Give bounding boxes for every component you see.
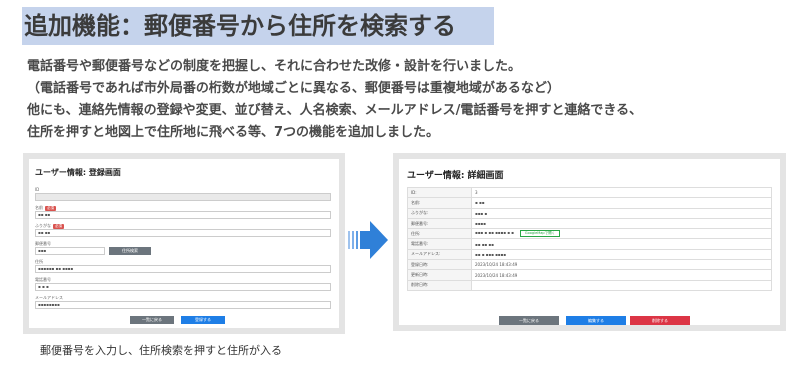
table-row: 住所: ▪▪▪ ▪ ▪▪ ▪▪▪▪ ▪ ▪ GoogleMapで開く xyxy=(407,228,772,240)
description-line-4: 住所を押すと地図上で住所地に飛べる等、7つの機能を追加しました。 xyxy=(27,125,440,140)
table-row: 登録日時: 2023/10/24 18:43:49 xyxy=(407,259,772,271)
detail-title: ユーザー情報: 詳細画面 xyxy=(407,171,504,181)
table-row: メールアドレス: ▪▪ ▪ ▪▪▪ ▪▪▪▪ xyxy=(407,248,772,261)
email-link[interactable]: ▪▪ ▪ ▪▪▪ ▪▪▪▪ xyxy=(471,248,772,261)
name-field[interactable]: ▪▪ ▪▪ xyxy=(35,211,331,219)
address-search-button[interactable]: 住所検索 xyxy=(109,247,151,255)
email-field[interactable]: ▪▪▪▪▪▪▪▪ xyxy=(35,301,331,309)
id-field xyxy=(35,193,331,201)
open-googlemap-button[interactable]: GoogleMapで開く xyxy=(519,230,561,238)
register-screenshot: ユーザー情報: 登録画面 ID 名前 必須 ▪▪ ▪▪ ふりがな 必須 ▪▪ ▪▪ … xyxy=(23,153,345,334)
edit-button[interactable]: 編集する xyxy=(566,316,626,325)
address-link[interactable]: ▪▪▪ ▪ ▪▪ ▪▪▪▪ ▪ ▪ GoogleMapで開く xyxy=(471,228,772,240)
delete-button[interactable]: 削除する xyxy=(630,316,690,325)
table-row: 削除日時: xyxy=(407,279,772,291)
register-title: ユーザー情報: 登録画面 xyxy=(35,168,121,177)
id-label: ID xyxy=(35,187,40,192)
zip-field[interactable]: ▪▪▪ xyxy=(35,247,105,255)
back-to-list-button[interactable]: 一覧に戻る xyxy=(499,316,559,325)
description-line-1: 電話番号や郵便番号などの制度を把握し、それに合わせた改修・設計を行いました。 xyxy=(27,59,522,74)
arrow-right-icon xyxy=(348,221,388,259)
table-row: 電話番号: ▪▪ ▪▪ ▪▪ xyxy=(407,238,772,250)
phone-link[interactable]: ▪▪ ▪▪ ▪▪ xyxy=(471,238,772,250)
address-field[interactable]: ▪▪▪▪▪▪ ▪▪ ▪▪▪▪ xyxy=(35,265,331,273)
description-line-3: 他にも、連絡先情報の登録や変更、並び替え、人名検索、メールアドレス/電話番号を押… xyxy=(27,103,643,118)
table-row: 郵便番号: ▪▪▪▪ xyxy=(407,217,772,230)
detail-screenshot: ユーザー情報: 詳細画面 ID: 3 名前: ▪ ▪▪ ふりがな: ▪▪▪ ▪ 郵便番… xyxy=(393,153,786,331)
phone-field[interactable]: ▪ ▪ ▪ xyxy=(35,283,331,291)
detail-card: ユーザー情報: 詳細画面 ID: 3 名前: ▪ ▪▪ ふりがな: ▪▪▪ ▪ 郵便番… xyxy=(399,159,780,325)
register-card: ユーザー情報: 登録画面 ID 名前 必須 ▪▪ ▪▪ ふりがな 必須 ▪▪ ▪▪ … xyxy=(29,159,339,328)
kana-field[interactable]: ▪▪ ▪▪ xyxy=(35,229,331,237)
headline: 追加機能：郵便番号から住所を検索する xyxy=(22,7,494,45)
table-row: ふりがな: ▪▪▪ ▪ xyxy=(407,207,772,219)
caption: 郵便番号を入力し、住所検索を押すと住所が入る xyxy=(40,344,282,357)
detail-table: ID: 3 名前: ▪ ▪▪ ふりがな: ▪▪▪ ▪ 郵便番号: ▪▪▪▪ 住所: ▪▪▪… xyxy=(407,186,772,291)
table-row: 更新日時: 2023/10/24 18:43:49 xyxy=(407,269,772,281)
back-to-list-button[interactable]: 一覧に戻る xyxy=(130,316,174,324)
table-row: ID: 3 xyxy=(407,186,772,199)
description-line-2: （電話番号であれば市外局番の桁数が地域ごとに異なる、郵便番号は重複地域があるなど… xyxy=(27,81,560,96)
register-submit-button[interactable]: 登録する xyxy=(181,316,225,324)
table-row: 名前: ▪ ▪▪ xyxy=(407,197,772,209)
